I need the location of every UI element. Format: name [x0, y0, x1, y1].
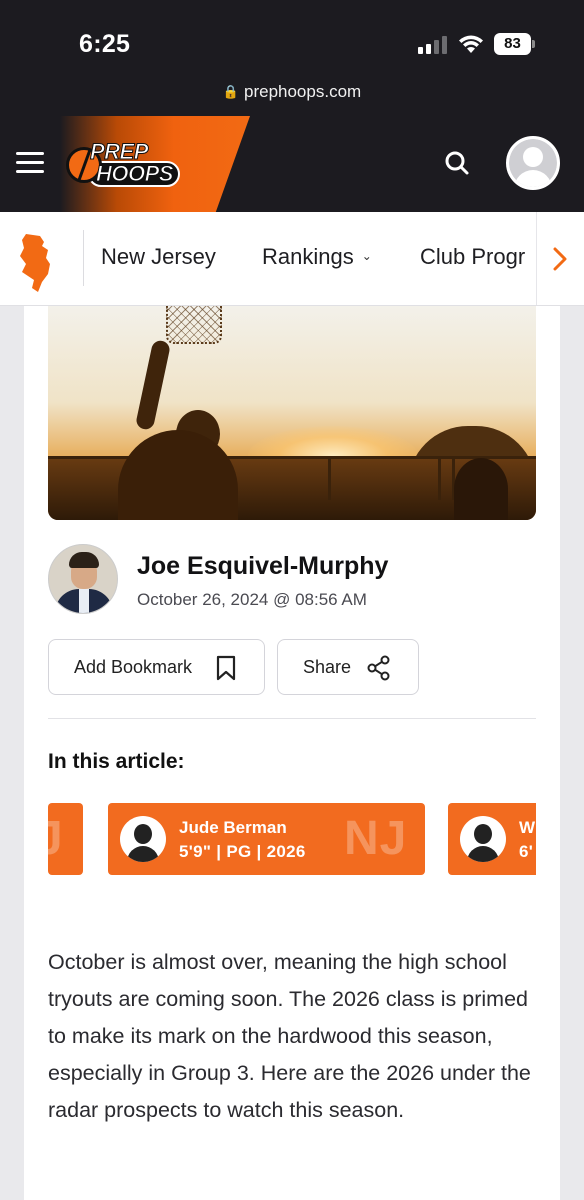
player-name: Jude Berman — [179, 818, 287, 837]
player-name: W — [519, 818, 536, 837]
nav-club-label: Club Progr — [420, 244, 526, 269]
player-carousel[interactable]: J NJ Jude Berman 5'9" | PG | 2026 W 6' — [48, 803, 536, 875]
player-meta: 6' — [519, 842, 534, 861]
share-label: Share — [303, 657, 352, 677]
player-chip[interactable]: NJ Jude Berman 5'9" | PG | 2026 — [108, 803, 425, 875]
status-time: 6:25 — [79, 30, 131, 58]
menu-icon[interactable] — [16, 152, 44, 174]
site-header: PREP HOOPS — [0, 116, 584, 212]
status-bar: 6:25 83 🔒 prephoops.com — [0, 0, 584, 116]
logo-word-prep: PREP — [90, 139, 149, 164]
article-body: October is almost over, meaning the high… — [48, 950, 531, 1122]
state-watermark: J — [48, 812, 64, 865]
player-chip[interactable]: W 6' — [448, 803, 536, 875]
article-hero-image — [48, 306, 536, 520]
share-icon — [367, 655, 390, 681]
address-bar[interactable]: 🔒 prephoops.com — [0, 82, 584, 102]
lock-icon: 🔒 — [222, 84, 239, 99]
wifi-icon — [459, 35, 483, 53]
nav-new-jersey[interactable]: New Jersey — [101, 244, 216, 270]
add-bookmark-button[interactable]: Add Bookmark — [48, 639, 265, 695]
state-watermark: NJ — [344, 812, 408, 865]
battery-level: 83 — [494, 33, 531, 55]
url-text: prephoops.com — [244, 82, 362, 101]
in-this-article-heading: In this article: — [48, 750, 185, 773]
author-name[interactable]: Joe Esquivel-Murphy — [137, 552, 388, 581]
player-chip[interactable]: J — [48, 803, 83, 875]
share-button[interactable]: Share — [277, 639, 419, 695]
article-card: Joe Esquivel-Murphy October 26, 2024 @ 0… — [24, 306, 560, 1200]
nav-scroll-right-button[interactable] — [536, 212, 584, 305]
player-avatar-icon — [120, 816, 166, 862]
prep-hoops-logo[interactable]: PREP HOOPS — [66, 139, 182, 189]
nav-rankings[interactable]: Rankings ⌄ — [262, 244, 372, 270]
player-meta: 5'9" | PG | 2026 — [179, 842, 306, 861]
author-avatar[interactable] — [48, 544, 118, 614]
battery-icon: 83 — [494, 33, 536, 55]
user-avatar-icon[interactable] — [506, 136, 560, 190]
bookmark-icon — [216, 655, 236, 681]
publish-date: October 26, 2024 @ 08:56 AM — [137, 590, 367, 609]
sub-navigation: New Jersey Rankings ⌄ Club Progr — [0, 212, 584, 306]
player-avatar-icon — [460, 816, 506, 862]
search-icon[interactable] — [444, 150, 470, 176]
nav-rankings-label: Rankings — [262, 244, 354, 269]
chevron-right-icon — [553, 247, 567, 271]
nav-new-jersey-label: New Jersey — [101, 244, 216, 269]
cellular-signal-icon — [418, 36, 447, 54]
add-bookmark-label: Add Bookmark — [74, 657, 193, 677]
logo-word-hoops: HOOPS — [96, 161, 174, 186]
chevron-down-icon: ⌄ — [361, 249, 372, 263]
new-jersey-state-icon[interactable] — [18, 232, 52, 294]
nav-club-programs[interactable]: Club Progr — [420, 244, 525, 270]
author-block: Joe Esquivel-Murphy October 26, 2024 @ 0… — [48, 544, 536, 618]
